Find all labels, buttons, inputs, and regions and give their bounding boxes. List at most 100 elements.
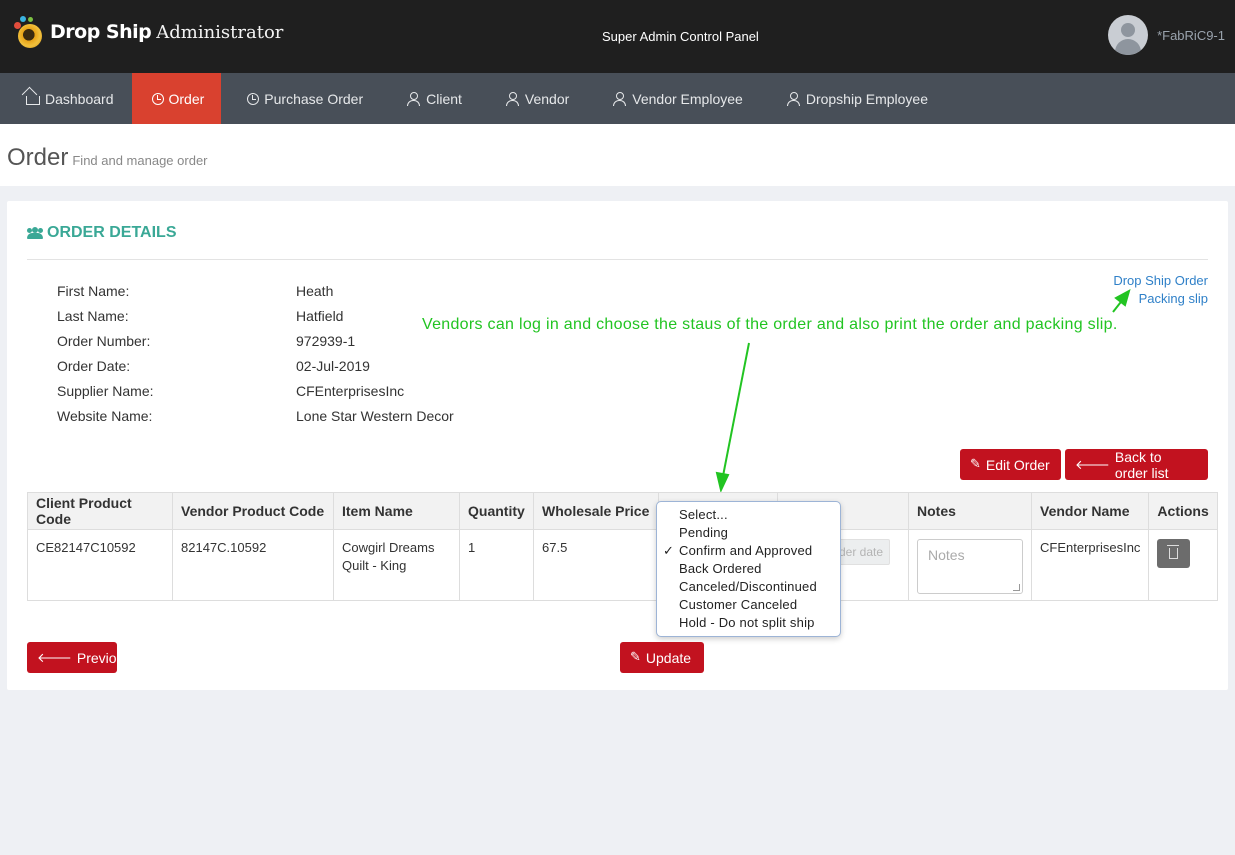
cell-item-name: Cowgirl Dreams Quilt - King [333,529,460,601]
page-title: Order Find and manage order [7,144,208,172]
order-items-table: Client Product Code Vendor Product Code … [27,492,1218,601]
cell-vendor-product-code: 82147C.10592 [172,529,334,601]
col-client-product-code: Client Product Code [27,492,173,530]
cell-notes: Notes [908,529,1032,601]
nav-item-vendor-employee[interactable]: Vendor Employee [587,73,761,124]
divider [27,259,1208,260]
col-notes: Notes [908,492,1032,530]
detail-row-supplier-name: Supplier Name: CFEnterprisesInc [57,383,454,408]
drop-ship-order-link[interactable]: Drop Ship Order [1113,272,1208,290]
user-icon [407,91,421,106]
nav-item-label: Order [168,90,205,107]
detail-label: Website Name: [57,408,153,424]
status-dropdown-menu[interactable]: Select... Pending ✓ Confirm and Approved… [656,501,841,637]
nav-item-vendor[interactable]: Vendor [480,73,587,124]
nav-item-label: Vendor Employee [632,90,743,107]
table-row: CE82147C10592 82147C.10592 Cowgirl Dream… [27,529,1218,601]
edit-order-label: Edit Order [985,456,1050,473]
section-title: ORDER DETAILS [27,224,176,242]
order-detail-list: First Name: Heath Last Name: Hatfield Or… [57,283,454,433]
top-bar: Drop Ship Administrator Super Admin Contr… [0,0,1235,73]
col-actions: Actions [1148,492,1218,530]
status-option-canceled-discontinued[interactable]: Canceled/Discontinued [657,578,840,596]
arrow-left-icon: 🡐 [37,650,72,666]
status-option-pending[interactable]: Pending [657,524,840,542]
user-menu[interactable]: *FabRiC9-1 [1108,15,1225,55]
nav-item-dropship-employee[interactable]: Dropship Employee [761,73,946,124]
nav-item-label: Dropship Employee [805,90,928,107]
history-icon [247,92,260,105]
page-subtitle: Find and manage order [72,153,208,168]
checkmark-icon: ✓ [663,543,675,558]
nav-item-label: Dashboard [45,90,114,107]
cell-quantity: 1 [459,529,534,601]
detail-value: CFEnterprisesInc [296,383,405,399]
update-label: Update [645,649,692,666]
annotation-arrows [715,288,1131,494]
detail-label: Last Name: [57,308,129,324]
app-name-bold: Drop Ship [50,20,152,43]
back-to-order-list-button[interactable]: 🡐 Back to order list [1065,448,1208,481]
notes-textarea[interactable]: Notes [917,539,1023,594]
arrow-left-icon: 🡐 [1075,457,1110,473]
nav-item-purchase-order[interactable]: Purchase Order [221,73,381,124]
status-option-hold[interactable]: Hold - Do not split ship [657,614,840,632]
username[interactable]: *FabRiC9-1 [1157,28,1225,43]
detail-label: Order Date: [57,358,131,374]
cell-actions [1148,529,1218,601]
detail-label: First Name: [57,283,130,299]
user-icon [505,91,520,106]
col-vendor-name: Vendor Name [1030,492,1150,530]
user-icon [786,91,801,106]
edit-icon: ✎ [630,650,641,665]
user-icon [613,91,627,106]
annotation-arrow-down [722,342,750,477]
back-to-order-list-label: Back to order list [1114,448,1169,481]
previous-button[interactable]: 🡐 Previous [27,642,131,673]
detail-label: Order Number: [57,333,151,349]
page-title-text: Order [7,144,69,171]
previous-label: Previous [76,649,132,666]
status-option-select[interactable]: Select... [657,506,840,524]
panel-title: Super Admin Control Panel [602,29,759,44]
detail-row-website-name: Website Name: Lone Star Western Decor [57,408,454,433]
app-name-thin: Administrator [156,21,284,43]
status-option-back-ordered[interactable]: Back Ordered [657,560,840,578]
app-logo[interactable]: Drop Ship Administrator [14,16,283,48]
nav-item-client[interactable]: Client [381,73,480,124]
order-details-card: ORDER DETAILS First Name: Heath Last Nam… [7,201,1228,690]
col-wholesale-price: Wholesale Price [533,492,659,530]
detail-value: Hatfield [296,308,344,324]
update-button[interactable]: ✎ Update [620,642,704,673]
detail-row-order-number: Order Number: 972939-1 [57,333,454,358]
annotation-arrowhead-down [715,471,730,494]
detail-label: Supplier Name: [57,383,154,399]
users-icon [27,227,43,239]
detail-row-last-name: Last Name: Hatfield [57,308,454,333]
cell-client-product-code: CE82147C10592 [27,529,173,601]
status-option-customer-canceled[interactable]: Customer Canceled [657,596,840,614]
delete-button[interactable] [1157,539,1191,568]
page-header: Order Find and manage order [0,124,1235,186]
cell-vendor-name: CFEnterprisesInc [1030,529,1150,601]
status-option-confirm-and-approved[interactable]: ✓ Confirm and Approved [657,542,840,560]
nav-item-label: Client [426,90,462,107]
detail-value: Lone Star Western Decor [296,408,454,424]
cell-wholesale-price: 67.5 [533,529,659,601]
nav-item-dashboard[interactable]: Dashboard [0,73,132,124]
trash-icon [1167,545,1180,559]
col-vendor-product-code: Vendor Product Code [172,492,334,530]
print-links: Drop Ship Order Packing slip [1113,272,1208,308]
packing-slip-link[interactable]: Packing slip [1113,290,1208,308]
avatar[interactable] [1108,15,1149,55]
nav-item-label: Vendor [524,90,570,107]
section-title-text: ORDER DETAILS [47,224,177,241]
home-icon [26,96,40,105]
status-option-label: Confirm and Approved [679,543,813,558]
app-name: Drop Ship Administrator [50,21,283,44]
nav-item-order[interactable]: Order [131,73,222,124]
col-item-name: Item Name [333,492,460,530]
nav-item-label: Purchase Order [264,90,364,107]
edit-order-button[interactable]: ✎ Edit Order [960,449,1061,480]
logo-icon [14,16,46,48]
